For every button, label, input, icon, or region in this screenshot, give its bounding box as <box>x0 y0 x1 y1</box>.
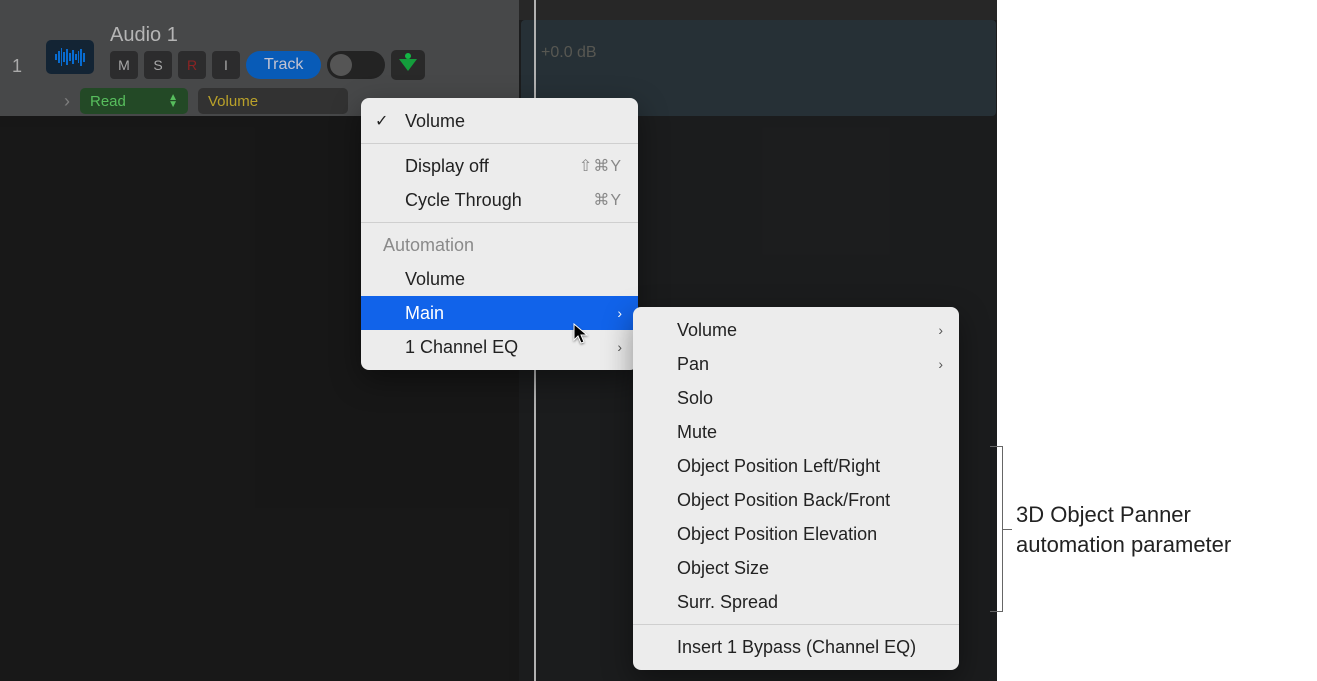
keyboard-shortcut: ⌘Y <box>593 190 622 210</box>
menu-item-channel-eq[interactable]: 1 Channel EQ › <box>361 330 638 364</box>
menu-item-main[interactable]: Main › <box>361 296 638 330</box>
automation-parameter-label: Volume <box>208 93 258 110</box>
track-on-off-toggle[interactable] <box>327 51 385 79</box>
ruler[interactable] <box>519 0 997 20</box>
submenu-item-solo[interactable]: Solo <box>633 381 959 415</box>
chevron-right-icon: › <box>617 339 622 355</box>
checkmark-icon: ✓ <box>375 111 388 131</box>
automation-mode-label: Read <box>90 93 126 110</box>
main-submenu: Volume › Pan › Solo Mute Object Position… <box>633 307 959 670</box>
automation-parameter-selector[interactable]: Volume <box>198 88 348 114</box>
stepper-icon: ▲▼ <box>168 94 178 108</box>
submenu-item-object-size[interactable]: Object Size <box>633 551 959 585</box>
mute-button[interactable]: M <box>110 51 138 79</box>
app-area: +0.0 dB 1 Audio 1 M S R I Track › Read ▲… <box>0 0 997 681</box>
submenu-item-mute[interactable]: Mute <box>633 415 959 449</box>
waveform-icon <box>55 48 85 66</box>
solo-button[interactable]: S <box>144 51 172 79</box>
callout-bracket <box>990 446 1012 612</box>
chevron-right-icon: › <box>938 356 943 372</box>
submenu-item-volume[interactable]: Volume › <box>633 313 959 347</box>
record-enable-button[interactable]: R <box>178 51 206 79</box>
automation-value-label: +0.0 dB <box>541 44 597 62</box>
callout-label: 3D Object Pannerautomation parameter <box>1016 500 1231 559</box>
chevron-right-icon: › <box>617 305 622 321</box>
menu-item-display-off[interactable]: Display off ⇧⌘Y <box>361 149 638 183</box>
submenu-item-surr-spread[interactable]: Surr. Spread <box>633 585 959 619</box>
automation-track-button[interactable]: Track <box>246 51 321 79</box>
input-monitor-button[interactable]: I <box>212 51 240 79</box>
submenu-item-object-lr[interactable]: Object Position Left/Right <box>633 449 959 483</box>
menu-item-automation-volume[interactable]: Volume <box>361 262 638 296</box>
chevron-right-icon: › <box>938 322 943 338</box>
track-stack-disclosure[interactable] <box>391 50 425 80</box>
menu-item-cycle-through[interactable]: Cycle Through ⌘Y <box>361 183 638 217</box>
automation-mode-selector[interactable]: Read ▲▼ <box>80 88 188 114</box>
menu-separator <box>633 624 959 625</box>
automation-disclosure-icon[interactable]: › <box>64 91 70 112</box>
menu-section-header: Automation <box>361 228 638 262</box>
track-name[interactable]: Audio 1 <box>110 24 178 47</box>
submenu-item-insert-bypass[interactable]: Insert 1 Bypass (Channel EQ) <box>633 630 959 664</box>
submenu-item-object-bf[interactable]: Object Position Back/Front <box>633 483 959 517</box>
keyboard-shortcut: ⇧⌘Y <box>579 156 622 176</box>
menu-item-volume-checked[interactable]: ✓ Volume <box>361 104 638 138</box>
automation-parameter-menu: ✓ Volume Display off ⇧⌘Y Cycle Through ⌘… <box>361 98 638 370</box>
track-type-icon[interactable] <box>46 40 94 74</box>
menu-separator <box>361 222 638 223</box>
menu-separator <box>361 143 638 144</box>
submenu-item-pan[interactable]: Pan › <box>633 347 959 381</box>
submenu-item-object-elev[interactable]: Object Position Elevation <box>633 517 959 551</box>
track-number: 1 <box>12 56 22 77</box>
